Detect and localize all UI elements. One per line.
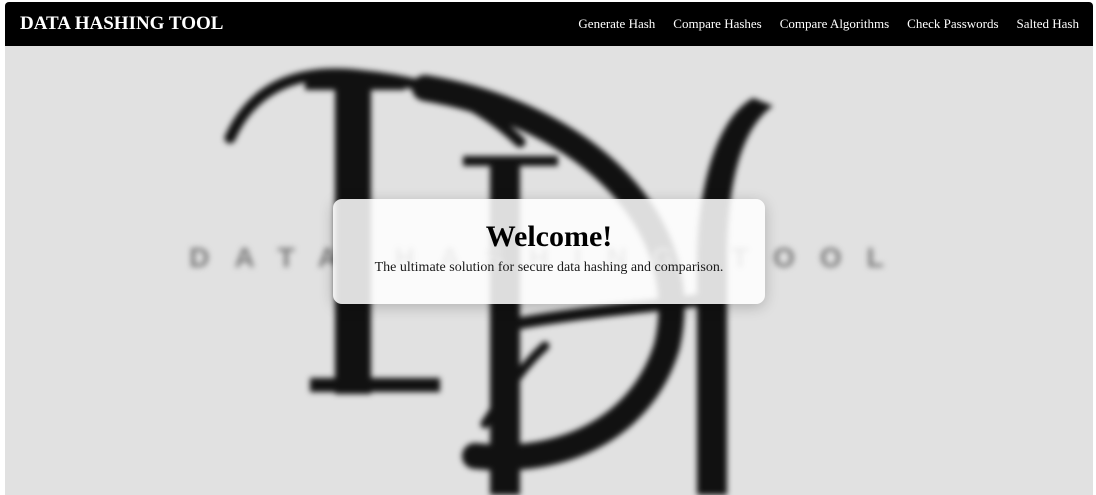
nav-link-generate-hash[interactable]: Generate Hash: [578, 15, 655, 33]
nav-link-check-passwords[interactable]: Check Passwords: [907, 15, 998, 33]
nav-link-salted-hash[interactable]: Salted Hash: [1017, 15, 1079, 33]
welcome-card: Welcome! The ultimate solution for secur…: [333, 199, 765, 304]
nav-link-compare-algorithms[interactable]: Compare Algorithms: [780, 15, 889, 33]
logo-h-left-top-serif: [463, 156, 558, 166]
hero-section: DATA HASHING TOOL Welcome! The ultimate …: [5, 46, 1093, 495]
welcome-title: Welcome!: [485, 220, 613, 253]
welcome-subtitle: The ultimate solution for secure data ha…: [374, 260, 724, 275]
nav-links: Generate Hash Compare Hashes Compare Alg…: [578, 15, 1079, 33]
brand-title[interactable]: DATA HASHING TOOL: [20, 12, 223, 36]
nav-link-compare-hashes[interactable]: Compare Hashes: [673, 15, 761, 33]
logo-d-bottom-serif: [310, 378, 440, 392]
app-window: DATA HASHING TOOL Generate Hash Compare …: [5, 2, 1093, 495]
top-navbar: DATA HASHING TOOL Generate Hash Compare …: [5, 2, 1093, 46]
